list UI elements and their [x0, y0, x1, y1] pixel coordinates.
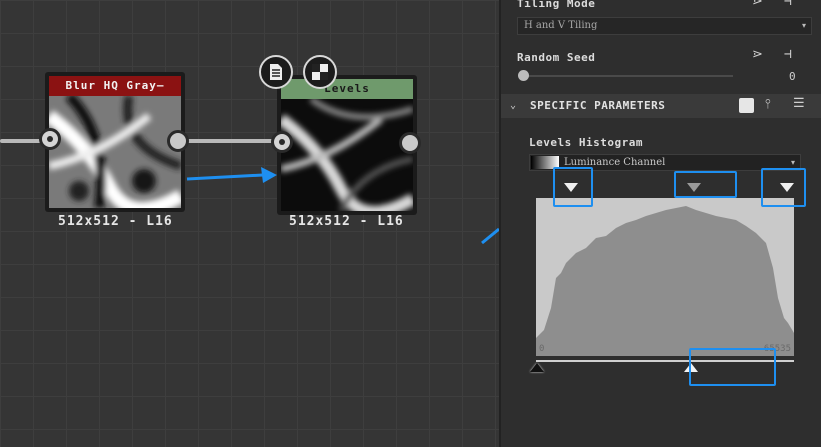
- annotation-arrow: [186, 167, 277, 183]
- highlight-box: [761, 168, 806, 207]
- highlight-box: [689, 348, 776, 386]
- node-thumbnail: [281, 99, 413, 211]
- levels-histogram-label: Levels Histogram: [529, 136, 643, 149]
- inherit-icon[interactable]: ⊣: [784, 0, 792, 9]
- random-seed-slider-track[interactable]: [523, 75, 733, 77]
- levels-node[interactable]: Levels: [271, 75, 421, 215]
- input-port[interactable]: [271, 131, 293, 153]
- sliders-icon[interactable]: ☰: [793, 96, 805, 111]
- tiling-mode-dropdown[interactable]: H and V Tiling ▾: [517, 17, 812, 35]
- histogram-range-min: 0: [539, 344, 545, 354]
- chevron-down-icon: ▾: [801, 21, 806, 30]
- random-seed-value[interactable]: 0: [789, 70, 796, 83]
- chevron-down-icon[interactable]: ⌄: [510, 94, 516, 118]
- highlight-box: [553, 167, 593, 207]
- image-icon[interactable]: [739, 98, 754, 113]
- histogram-area[interactable]: 0 65535: [536, 198, 794, 356]
- annotation-arrow: [481, 227, 499, 245]
- black-input-handle[interactable]: [530, 363, 544, 372]
- specific-parameters-section[interactable]: ⌄ SPECIFIC PARAMETERS ⫯ ☰: [501, 94, 821, 118]
- levels-icon[interactable]: ⫯: [765, 97, 771, 112]
- link-icon[interactable]: ⋗: [752, 0, 763, 9]
- random-seed-slider-handle[interactable]: [518, 70, 529, 81]
- output-port[interactable]: [399, 132, 421, 154]
- node-resolution-label: 512x512 - L16: [58, 214, 173, 229]
- input-port[interactable]: [39, 128, 61, 150]
- inherit-icon[interactable]: ⊣: [784, 47, 792, 62]
- blur-hq-gray-node[interactable]: Blur HQ Gray—: [39, 72, 189, 212]
- properties-panel: Tiling Mode ⋗ ⊣ H and V Tiling ▾ Random …: [499, 0, 821, 447]
- output-port[interactable]: [167, 130, 189, 152]
- checker-icon[interactable]: [303, 55, 337, 89]
- node-title: Blur HQ Gray—: [49, 76, 181, 96]
- node-thumbnail: [49, 96, 181, 208]
- random-seed-label: Random Seed: [517, 51, 596, 64]
- node-title: Levels: [281, 79, 413, 99]
- tiling-mode-label: Tiling Mode: [517, 0, 596, 10]
- highlight-box: [674, 171, 737, 198]
- document-icon[interactable]: [259, 55, 293, 89]
- section-title: SPECIFIC PARAMETERS: [530, 99, 666, 112]
- node-graph[interactable]: Blur HQ Gray— 512x512 - L16 Levels 512x5…: [0, 0, 499, 447]
- connection-wire: [180, 139, 280, 143]
- link-icon[interactable]: ⋗: [752, 47, 763, 62]
- node-resolution-label: 512x512 - L16: [289, 214, 404, 229]
- tiling-mode-value: H and V Tiling: [524, 20, 598, 31]
